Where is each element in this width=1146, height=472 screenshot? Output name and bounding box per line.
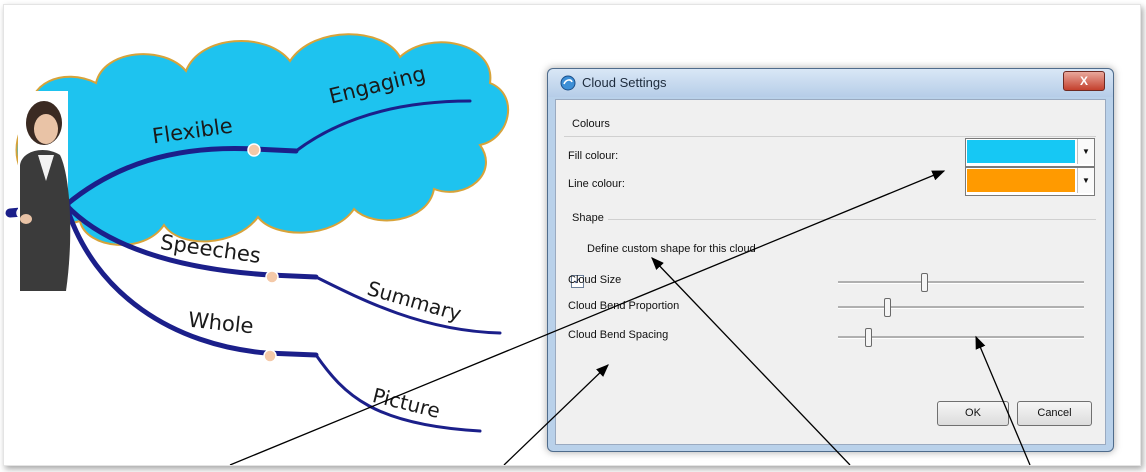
annotation-arrow bbox=[503, 364, 609, 465]
annotation-arrow bbox=[651, 257, 851, 465]
annotation-arrow bbox=[229, 170, 946, 465]
annotation-arrow bbox=[975, 335, 1031, 465]
screenshot-frame: Flexible Engaging Speeches Summary Whole… bbox=[3, 4, 1141, 466]
annotation-arrows bbox=[229, 170, 1031, 465]
